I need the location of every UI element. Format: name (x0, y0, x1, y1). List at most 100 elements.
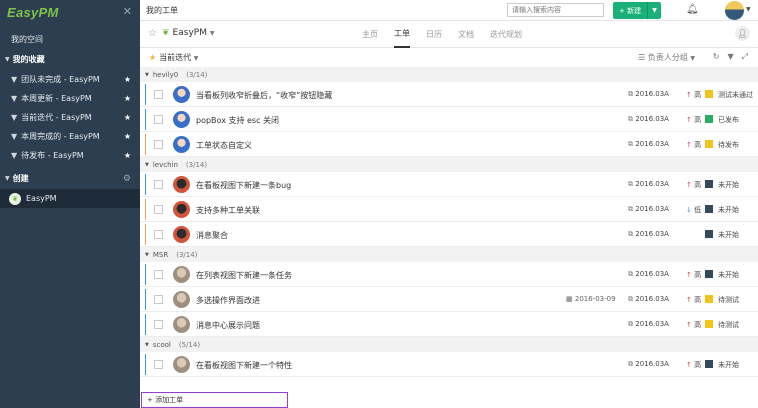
ticket-priority[interactable]: ↑ 高 (686, 140, 701, 150)
group-header[interactable]: ▼ hevily0 (3/14) (140, 67, 758, 82)
status-badge[interactable]: 待发布 (718, 140, 756, 150)
row-checkbox[interactable] (154, 115, 163, 124)
ticket-priority[interactable]: ↑ 高 (686, 115, 701, 125)
star-icon[interactable]: ★ (124, 75, 131, 84)
status-badge[interactable]: 已发布 (718, 115, 756, 125)
status-badge[interactable]: 待测试 (718, 320, 756, 330)
table-row[interactable]: popBox 支持 esc 关闭 ⧉ 2016.03A ↑ 高 已发布 (140, 107, 758, 132)
group-header[interactable]: ▼ MSR (3/14) (140, 247, 758, 262)
table-row[interactable]: 消息聚合 ⧉ 2016.03A 未开始 (140, 222, 758, 247)
ticket-priority[interactable]: ↑ 高 (686, 270, 701, 280)
group-header[interactable]: ▼ scool (5/14) (140, 337, 758, 352)
tab-tickets[interactable]: 工单 (394, 21, 410, 48)
ticket-title[interactable]: 支持多种工单关联 (196, 205, 260, 216)
sidebar-item-my-space[interactable]: 我的空间 (0, 29, 140, 49)
ticket-version[interactable]: ⧉ 2016.03A (628, 295, 669, 304)
gear-icon[interactable]: ⚙ (123, 174, 131, 184)
ticket-version[interactable]: ⧉ 2016.03A (628, 140, 669, 149)
table-row[interactable]: 在列表视图下新建一条任务 ⧉ 2016.03A ↑ 高 未开始 (140, 262, 758, 287)
ticket-title[interactable]: 消息聚合 (196, 230, 228, 241)
ticket-version[interactable]: ⧉ 2016.03A (628, 320, 669, 329)
row-checkbox[interactable] (154, 270, 163, 279)
tab-home[interactable]: 主页 (362, 21, 378, 48)
ticket-version[interactable]: ⧉ 2016.03A (628, 115, 669, 124)
ticket-priority[interactable]: ↑ 高 (686, 90, 701, 100)
sidebar-favorite-item[interactable]: ▼ 团队未完成 - EasyPM ★ (0, 70, 140, 89)
table-row[interactable]: 工单状态自定义 ⧉ 2016.03A ↑ 高 待发布 (140, 132, 758, 157)
ticket-priority[interactable]: ↑ 高 (686, 180, 701, 190)
ticket-title[interactable]: 在列表视图下新建一条任务 (196, 270, 292, 281)
tab-docs[interactable]: 文档 (458, 21, 474, 48)
ticket-title[interactable]: 在看板视图下新建一个特性 (196, 360, 292, 371)
status-badge[interactable]: 测试未通过 (718, 90, 756, 100)
sidebar-favorite-item[interactable]: ▼ 本周更新 - EasyPM ★ (0, 89, 140, 108)
row-checkbox[interactable] (154, 360, 163, 369)
iteration-selector[interactable]: ★ 当前迭代 ▼ (149, 52, 198, 63)
tab-calendar[interactable]: 日历 (426, 21, 442, 48)
ticket-version[interactable]: ⧉ 2016.03A (628, 90, 669, 99)
caret-down-icon[interactable]: ▼ (647, 2, 661, 19)
table-row[interactable]: 多选操作界面改进 ▦ 2016-03-09 ⧉ 2016.03A ↑ 高 待测试 (140, 287, 758, 312)
status-badge[interactable]: 未开始 (718, 360, 756, 370)
ticket-priority[interactable]: ↓ 低 (686, 205, 701, 215)
ticket-title[interactable]: popBox 支持 esc 关闭 (196, 115, 279, 126)
ticket-title[interactable]: 消息中心展示问题 (196, 320, 260, 331)
status-badge[interactable]: 未开始 (718, 205, 756, 215)
row-checkbox[interactable] (154, 140, 163, 149)
group-header[interactable]: ▼ levchin (3/14) (140, 157, 758, 172)
row-checkbox[interactable] (154, 180, 163, 189)
ticket-version[interactable]: ⧉ 2016.03A (628, 270, 669, 279)
sidebar-favorite-item[interactable]: ▼ 本周完成的 - EasyPM ★ (0, 127, 140, 146)
ticket-title[interactable]: 工单状态自定义 (196, 140, 252, 151)
ticket-title[interactable]: 当看板列收窄折叠后，“收窄”按钮隐藏 (196, 90, 332, 101)
row-checkbox[interactable] (154, 295, 163, 304)
ticket-version[interactable]: ⧉ 2016.03A (628, 360, 669, 369)
row-checkbox[interactable] (154, 205, 163, 214)
ticket-version[interactable]: ⧉ 2016.03A (628, 230, 669, 239)
avatar[interactable] (725, 1, 744, 20)
add-ticket-button[interactable]: + 添加工单 (141, 392, 288, 408)
sidebar-item-project[interactable]: ❦ EasyPM (0, 189, 140, 208)
status-badge[interactable]: 未开始 (718, 180, 756, 190)
row-checkbox[interactable] (154, 320, 163, 329)
sidebar-favorite-item[interactable]: ▼ 当前迭代 - EasyPM ★ (0, 108, 140, 127)
table-row[interactable]: 在看板视图下新建一条bug ⧉ 2016.03A ↑ 高 未开始 (140, 172, 758, 197)
ticket-title[interactable]: 在看板视图下新建一条bug (196, 180, 291, 191)
filter-icon[interactable]: ▼ (727, 52, 733, 62)
table-row[interactable]: 当看板列收窄折叠后，“收窄”按钮隐藏 ⧉ 2016.03A ↑ 高 测试未通过 (140, 82, 758, 107)
star-icon[interactable]: ★ (124, 132, 131, 141)
star-icon[interactable]: ★ (124, 113, 131, 122)
add-member-icon[interactable]: 👤︎ (735, 26, 750, 41)
ticket-priority[interactable]: ↑ 高 (686, 295, 701, 305)
close-icon[interactable]: ✕ (123, 5, 132, 18)
tab-iteration-plan[interactable]: 迭代规划 (490, 21, 522, 48)
table-row[interactable]: 在看板视图下新建一个特性 ⧉ 2016.03A ↑ 高 未开始 (140, 352, 758, 377)
table-row[interactable]: 消息中心展示问题 ⧉ 2016.03A ↑ 高 待测试 (140, 312, 758, 337)
refresh-icon[interactable]: ↻ (713, 52, 720, 62)
row-checkbox[interactable] (154, 230, 163, 239)
project-selector[interactable]: ❦ EasyPM ▼ (162, 28, 214, 38)
created-header[interactable]: ▼ 创建 ⚙ (0, 168, 140, 189)
ticket-version[interactable]: ⧉ 2016.03A (628, 205, 669, 214)
status-badge[interactable]: 待测试 (718, 295, 756, 305)
due-date[interactable]: ▦ 2016-03-09 (566, 295, 616, 303)
caret-down-icon[interactable]: ▼ (746, 6, 751, 13)
group-by-selector[interactable]: ☰ 负责人分组 ▼ (638, 52, 695, 63)
ticket-priority[interactable]: ↑ 高 (686, 360, 701, 370)
search-input[interactable] (507, 3, 604, 17)
ticket-title[interactable]: 多选操作界面改进 (196, 295, 260, 306)
expand-icon[interactable]: ⤢ (742, 52, 748, 62)
star-outline-icon[interactable]: ☆ (148, 28, 157, 39)
star-icon[interactable]: ★ (124, 151, 131, 160)
new-button[interactable]: + 新建 ▼ (613, 2, 661, 19)
app-logo[interactable]: EasyPM (0, 0, 140, 25)
table-row[interactable]: 支持多种工单关联 ⧉ 2016.03A ↓ 低 未开始 (140, 197, 758, 222)
bell-icon[interactable]: 🔔︎ (686, 4, 699, 15)
star-icon[interactable]: ★ (124, 94, 131, 103)
ticket-priority[interactable]: ↑ 高 (686, 320, 701, 330)
favorites-header[interactable]: ▼ 我的收藏 (0, 49, 140, 70)
row-checkbox[interactable] (154, 90, 163, 99)
sidebar-favorite-item[interactable]: ▼ 待发布 - EasyPM ★ (0, 146, 140, 165)
status-badge[interactable]: 未开始 (718, 230, 756, 240)
ticket-version[interactable]: ⧉ 2016.03A (628, 180, 669, 189)
